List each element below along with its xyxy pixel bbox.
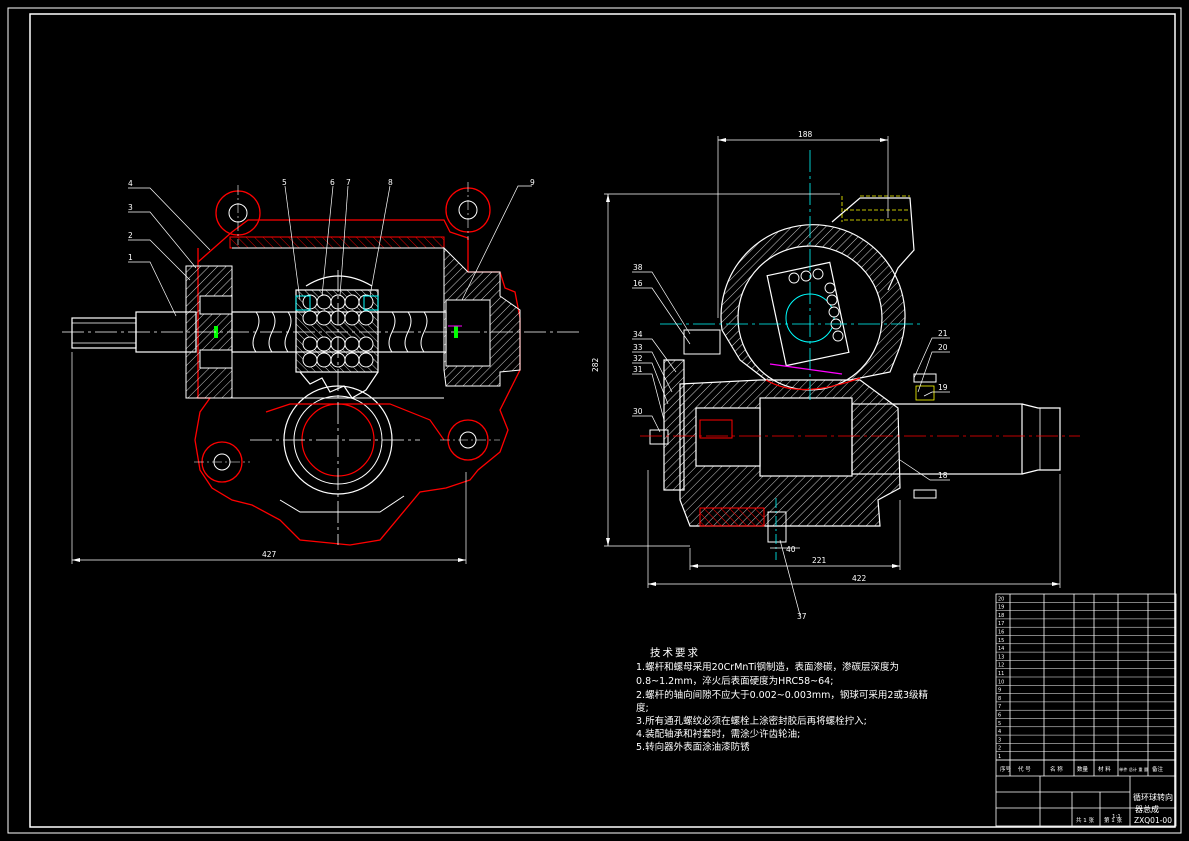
left-view xyxy=(62,182,580,564)
header-remark: 备注 xyxy=(1152,765,1164,773)
tech-line-5: 3.所有通孔螺纹必须在螺栓上涂密封胶后再将螺栓拧入; xyxy=(636,715,867,727)
parts-row-number: 2 xyxy=(998,746,1001,752)
balloon-34: 34 xyxy=(633,330,643,339)
parts-row-number: 9 xyxy=(998,688,1001,694)
parts-row-number: 7 xyxy=(998,704,1001,710)
left-overall-dimension: 427 xyxy=(262,550,277,559)
parts-row-number: 20 xyxy=(998,596,1004,602)
right-dimension-top: 188 xyxy=(798,130,813,139)
balloon-8: 8 xyxy=(388,178,393,187)
parts-row-number: 13 xyxy=(998,654,1004,660)
header-name: 名 称 xyxy=(1050,765,1063,773)
parts-list-rows: 20 19 18 17 16 15 14 13 12 11 10 9 8 7 6 5 4 3 2 1 xyxy=(996,596,1176,761)
title-line-2: 器总成 xyxy=(1135,804,1159,814)
balloon-1: 1 xyxy=(128,253,133,262)
balloon-21: 21 xyxy=(938,329,948,338)
parts-row-number: 17 xyxy=(998,621,1004,627)
balloon-20: 20 xyxy=(938,343,948,352)
balloon-7: 7 xyxy=(346,178,351,187)
balloon-33: 33 xyxy=(633,343,643,352)
header-material: 材 料 xyxy=(1098,765,1111,773)
balloon-18: 18 xyxy=(938,471,948,480)
drawing-number: ZXQ01-00 xyxy=(1134,816,1172,825)
balloon-5: 5 xyxy=(282,178,287,187)
parts-row-number: 1 xyxy=(998,754,1001,760)
parts-row-number: 16 xyxy=(998,630,1004,636)
balloon-9: 9 xyxy=(530,178,535,187)
tech-title: 技术要求 xyxy=(650,646,700,659)
parts-row-number: 10 xyxy=(998,679,1004,685)
balloon-31: 31 xyxy=(633,365,643,374)
parts-row-number: 14 xyxy=(998,646,1004,652)
parts-row-number: 8 xyxy=(998,696,1001,702)
balloon-4: 4 xyxy=(128,179,133,188)
assembly-drawing: 4 3 2 1 5 6 7 8 9 427 38 16 34 33 32 31 … xyxy=(7,7,1182,834)
balloon-37: 37 xyxy=(797,612,807,621)
header-qty: 数量 xyxy=(1077,765,1089,773)
tech-line-6: 4.装配轴承和衬套时，需涂少许齿轮油; xyxy=(636,728,800,740)
balloon-3: 3 xyxy=(128,203,133,212)
parts-row-number: 5 xyxy=(998,721,1001,727)
tech-line-7: 5.转向器外表面涂油漆防锈 xyxy=(636,741,750,753)
tech-line-2: 0.8~1.2mm，淬火后表面硬度为HRC58~64; xyxy=(636,675,833,687)
parts-row-number: 18 xyxy=(998,613,1004,619)
right-dimension-overall: 422 xyxy=(852,574,867,583)
right-dimension-small: 40 xyxy=(786,545,796,554)
tech-line-1: 1.螺杆和螺母采用20CrMnTi钢制造，表面渗碳，渗碳层深度为 xyxy=(636,661,899,673)
sheet-number: 第 1 张 xyxy=(1104,816,1122,824)
tech-line-4: 度; xyxy=(636,702,649,714)
parts-row-number: 15 xyxy=(998,638,1004,644)
title-line-1: 循环球转向 xyxy=(1133,792,1173,802)
balloon-38: 38 xyxy=(633,263,643,272)
parts-row-number: 11 xyxy=(998,671,1004,677)
balloon-30: 30 xyxy=(633,407,643,416)
balloon-19: 19 xyxy=(938,383,948,392)
right-dimension-height: 282 xyxy=(591,357,600,372)
balloon-32: 32 xyxy=(633,354,643,363)
header-no: 序号 xyxy=(1000,765,1012,773)
outer-frame xyxy=(7,7,1182,834)
balloon-6: 6 xyxy=(330,178,335,187)
tech-requirements: 技术要求 1.螺杆和螺母采用20CrMnTi钢制造，表面渗碳，渗碳层深度为 0.… xyxy=(636,646,929,753)
balloon-16: 16 xyxy=(633,279,643,288)
parts-row-number: 19 xyxy=(998,605,1004,611)
parts-row-number: 12 xyxy=(998,663,1004,669)
header-code: 代 号 xyxy=(1018,765,1031,773)
parts-row-number: 4 xyxy=(998,729,1001,735)
sheets-total: 共 1 张 xyxy=(1076,816,1094,824)
right-view xyxy=(604,136,1080,616)
right-dimension-mid: 221 xyxy=(812,556,827,565)
tech-line-3: 2.螺杆的轴向间隙不应大于0.002~0.003mm，钢球可采用2或3级精 xyxy=(636,689,929,701)
parts-row-number: 6 xyxy=(998,713,1001,719)
header-weight: 单件 总计 重 量 xyxy=(1119,766,1148,773)
parts-row-number: 3 xyxy=(998,737,1001,743)
inner-frame xyxy=(29,13,1176,828)
balloon-2: 2 xyxy=(128,231,133,240)
